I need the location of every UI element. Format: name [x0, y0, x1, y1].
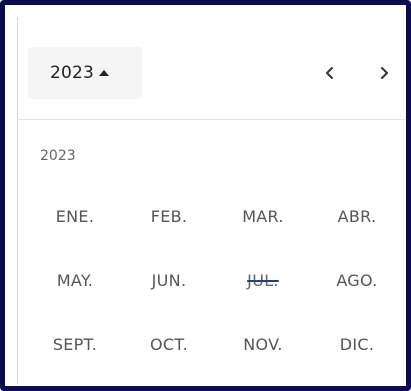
month-cell[interactable]: SEPT. — [28, 321, 122, 385]
month-picker: 2023 2023 ENE. FEB. MAR. ABR. MAY. JUN. … — [17, 17, 406, 384]
month-cell[interactable]: OCT. — [122, 321, 216, 385]
month-cell[interactable]: NOV. — [216, 321, 310, 385]
month-cell[interactable]: MAR. — [216, 193, 310, 257]
month-cell[interactable]: ENE. — [28, 193, 122, 257]
picker-header: 2023 — [18, 17, 406, 120]
month-cell[interactable]: MAY. — [28, 257, 122, 321]
month-cell[interactable]: FEB. — [122, 193, 216, 257]
month-row: SEPT. OCT. NOV. DIC. — [28, 321, 404, 385]
month-row: ENE. FEB. MAR. ABR. — [28, 193, 404, 257]
year-label: 2023 — [50, 63, 95, 83]
window-frame: 2023 2023 ENE. FEB. MAR. ABR. MAY. JUN. … — [0, 0, 411, 391]
next-year-button[interactable] — [370, 57, 398, 89]
month-cell[interactable]: JUN. — [122, 257, 216, 321]
chevron-right-icon — [381, 67, 388, 79]
chevron-left-icon — [326, 67, 333, 79]
year-section-label: 2023 — [40, 148, 76, 164]
month-row: MAY. JUN. JUL. AGO. — [28, 257, 404, 321]
month-cell[interactable]: ABR. — [310, 193, 404, 257]
month-cell-disabled: JUL. — [247, 271, 279, 290]
previous-year-button[interactable] — [316, 57, 344, 89]
year-toggle-button[interactable]: 2023 — [28, 47, 142, 99]
month-cell[interactable]: DIC. — [310, 321, 404, 385]
caret-up-icon — [99, 70, 110, 76]
months-grid: ENE. FEB. MAR. ABR. MAY. JUN. JUL. AGO. … — [28, 193, 404, 385]
month-cell[interactable]: AGO. — [310, 257, 404, 321]
